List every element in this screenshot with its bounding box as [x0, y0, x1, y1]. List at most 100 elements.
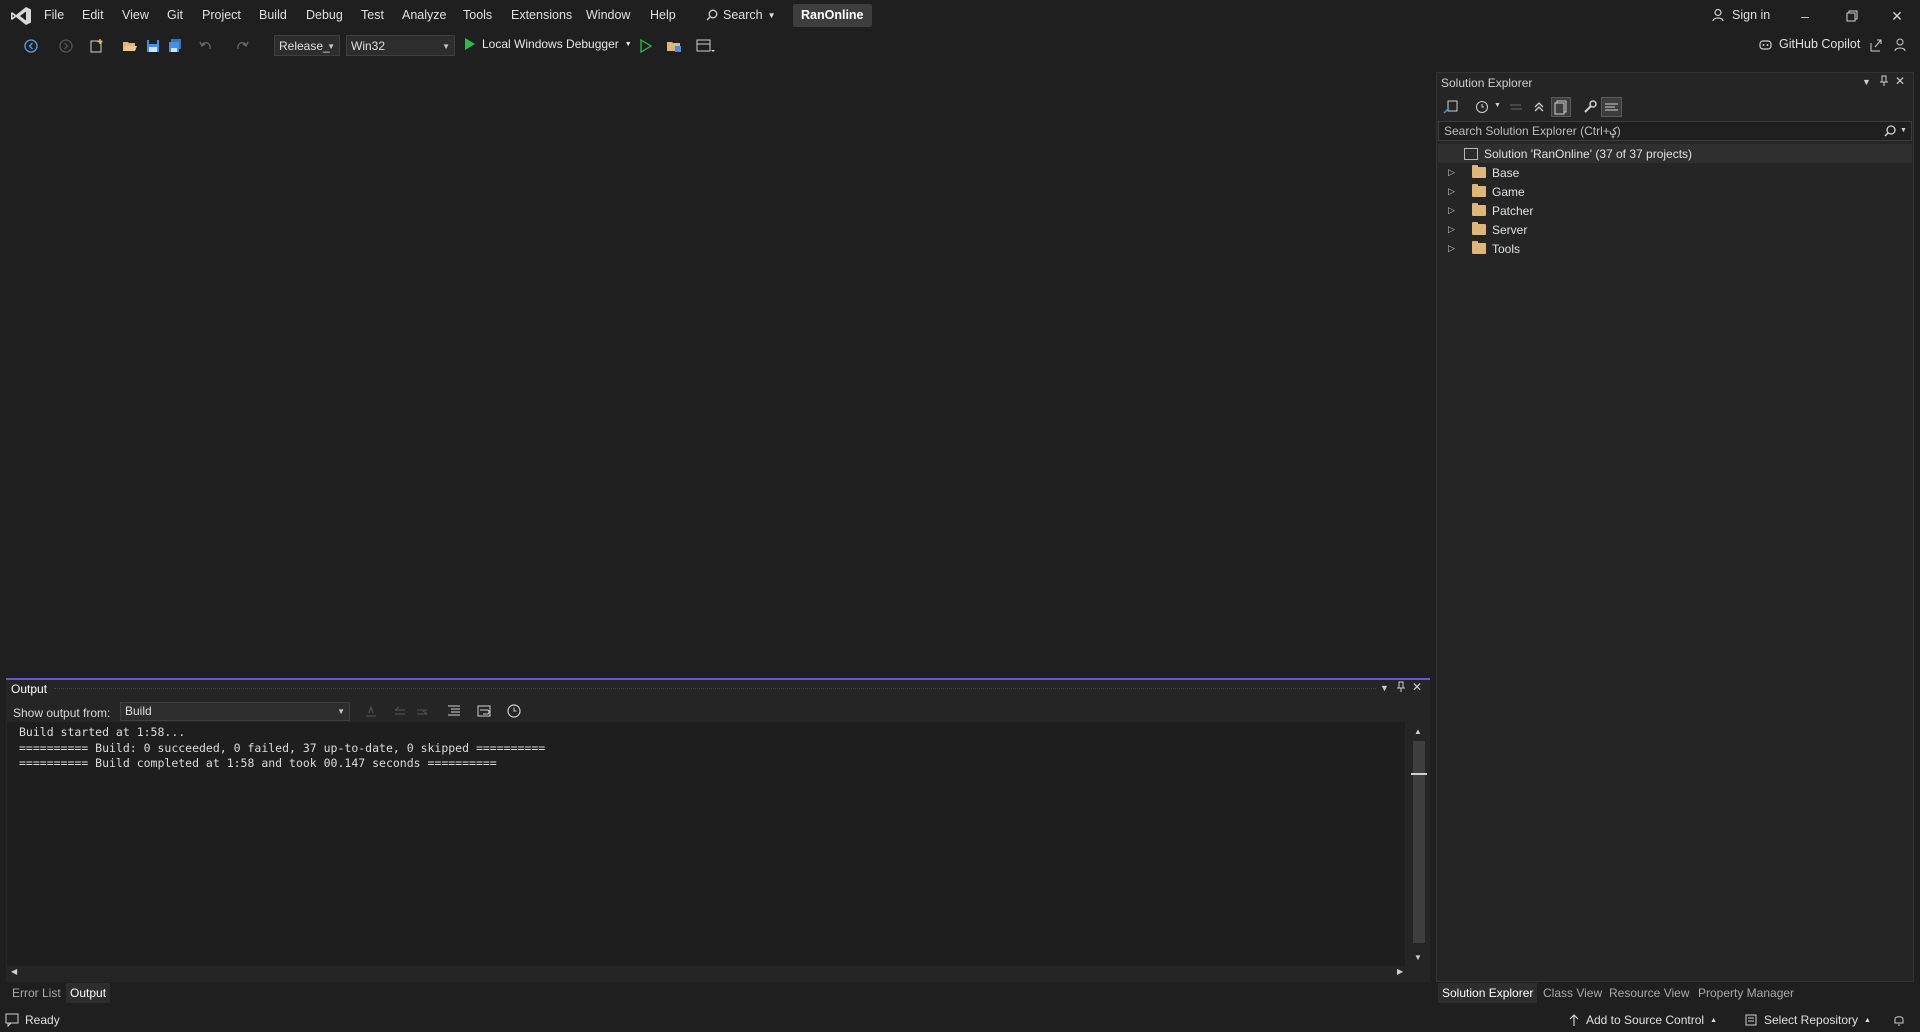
sync-with-document-icon[interactable] — [1443, 99, 1459, 115]
tab-output[interactable]: Output — [66, 983, 111, 1003]
output-source-value: Build — [125, 704, 152, 718]
panel-options-icon[interactable]: ▼ — [1380, 683, 1389, 693]
search-icon[interactable] — [1883, 124, 1897, 138]
add-to-source-control-button[interactable]: Add to Source Control ▲ — [1568, 1013, 1717, 1027]
play-icon — [464, 37, 476, 51]
find-message-icon[interactable] — [364, 704, 378, 718]
scroll-up-icon[interactable]: ▲ — [1414, 727, 1422, 736]
close-panel-icon[interactable]: ✕ — [1412, 680, 1422, 694]
scroll-left-icon[interactable]: ◀ — [11, 967, 17, 976]
browse-folder-icon[interactable] — [666, 38, 682, 54]
share-icon[interactable] — [1868, 37, 1884, 53]
folder-icon — [1472, 222, 1486, 235]
tab-error-list[interactable]: Error List — [12, 983, 61, 1003]
solution-explorer-search-input[interactable]: Search Solution Explorer (Ctrl+ؼ) — [1438, 121, 1912, 141]
undo-icon[interactable] — [198, 38, 214, 54]
menu-build[interactable]: Build — [259, 8, 287, 22]
scroll-right-icon[interactable]: ▶ — [1397, 967, 1403, 976]
menu-help[interactable]: Help — [650, 8, 676, 22]
close-icon[interactable]: ✕ — [1882, 6, 1912, 26]
tree-folder-tools[interactable]: ▷ Tools — [1448, 239, 1520, 258]
tree-folder-game[interactable]: ▷ Game — [1448, 182, 1525, 201]
tree-folder-base[interactable]: ▷ Base — [1448, 163, 1519, 182]
restore-icon[interactable] — [1836, 6, 1866, 26]
output-horizontal-scrollbar[interactable]: ◀ ▶ — [7, 966, 1411, 980]
tab-class-view[interactable]: Class View — [1543, 983, 1602, 1003]
menu-test[interactable]: Test — [361, 8, 384, 22]
configuration-dropdown[interactable]: Release_ ▼ — [274, 35, 340, 56]
chevron-down-icon[interactable]: ▼ — [1494, 102, 1501, 109]
panel-options-icon[interactable]: ▼ — [1862, 77, 1871, 87]
clear-all-icon[interactable] — [446, 703, 462, 719]
folder-icon — [1472, 203, 1486, 216]
layout-icon[interactable] — [696, 38, 715, 54]
output-source-dropdown[interactable]: Build ▼ — [120, 702, 350, 721]
output-text-area[interactable]: Build started at 1:58... ========== Buil… — [7, 722, 1405, 966]
output-vertical-scrollbar[interactable]: ▲ ▼ — [1411, 727, 1427, 967]
open-folder-icon[interactable] — [122, 38, 138, 54]
menu-view[interactable]: View — [122, 8, 149, 22]
minimize-icon[interactable]: – — [1790, 6, 1820, 26]
expand-arrow-icon[interactable]: ▷ — [1448, 224, 1462, 235]
menu-project[interactable]: Project — [202, 8, 241, 22]
tree-folder-patcher[interactable]: ▷ Patcher — [1448, 201, 1533, 220]
expand-arrow-icon[interactable]: ▷ — [1448, 243, 1462, 254]
search-options-chevron-icon[interactable]: ▼ — [1900, 127, 1907, 134]
menu-file[interactable]: File — [44, 8, 64, 22]
toggle-word-wrap-icon[interactable] — [476, 703, 492, 719]
menu-extensions[interactable]: Extensions — [511, 8, 572, 22]
save-all-icon[interactable] — [167, 38, 183, 54]
menu-window[interactable]: Window — [586, 8, 630, 22]
sign-in-button[interactable]: Sign in — [1712, 8, 1770, 22]
pin-icon[interactable] — [1879, 75, 1889, 87]
solution-node[interactable]: Solution 'RanOnline' (37 of 37 projects) — [1438, 144, 1912, 163]
menu-analyze[interactable]: Analyze — [402, 8, 446, 22]
solution-name-badge[interactable]: RanOnline — [793, 4, 872, 27]
expand-arrow-icon[interactable]: ▷ — [1448, 167, 1462, 178]
chevron-down-icon: ▼ — [337, 707, 345, 716]
notifications-bell-icon[interactable] — [1892, 1013, 1906, 1027]
feedback-icon[interactable] — [1893, 37, 1909, 53]
search-label: Search — [723, 8, 763, 22]
output-line: ========== Build: 0 succeeded, 0 failed,… — [19, 740, 546, 755]
start-without-debugging-icon[interactable] — [638, 38, 654, 54]
pin-icon[interactable] — [1396, 681, 1406, 693]
menu-debug[interactable]: Debug — [306, 8, 343, 22]
folder-label: Tools — [1492, 241, 1521, 256]
select-repository-button[interactable]: Select Repository ▲ — [1744, 1013, 1871, 1027]
redo-icon[interactable] — [234, 38, 250, 54]
navigate-forward-icon[interactable] — [58, 38, 74, 54]
new-project-icon[interactable] — [89, 38, 105, 54]
show-all-files-icon[interactable] — [1551, 97, 1571, 117]
save-icon[interactable] — [145, 38, 161, 54]
pending-changes-icon[interactable] — [1474, 99, 1490, 115]
search-button[interactable]: Search ▼ — [706, 8, 776, 22]
preview-selected-items-icon[interactable] — [1601, 97, 1622, 117]
tab-solution-explorer[interactable]: Solution Explorer — [1438, 983, 1538, 1003]
debugger-label: Local Windows Debugger — [482, 37, 619, 51]
properties-wrench-icon[interactable] — [1582, 99, 1598, 115]
scroll-down-icon[interactable]: ▼ — [1414, 953, 1422, 962]
account-icon — [1712, 8, 1726, 22]
navigate-back-icon[interactable] — [23, 38, 39, 54]
close-panel-icon[interactable]: ✕ — [1895, 74, 1905, 88]
clock-icon[interactable] — [506, 703, 522, 719]
scrollbar-thumb[interactable] — [1413, 741, 1425, 943]
tab-property-manager[interactable]: Property Manager — [1698, 983, 1794, 1003]
tree-folder-server[interactable]: ▷ Server — [1448, 220, 1527, 239]
github-copilot-button[interactable]: GitHub Copilot — [1758, 37, 1860, 51]
start-debugging-button[interactable]: Local Windows Debugger ▼ — [464, 37, 632, 51]
caret-marker — [1411, 773, 1427, 775]
collapse-all-icon[interactable] — [1531, 99, 1547, 115]
expand-arrow-icon[interactable]: ▷ — [1448, 186, 1462, 197]
next-message-icon[interactable] — [415, 704, 429, 718]
refresh-icon[interactable] — [1508, 99, 1524, 115]
expand-arrow-icon[interactable]: ▷ — [1448, 205, 1462, 216]
arrow-up-icon — [1568, 1013, 1580, 1027]
tab-resource-view[interactable]: Resource View — [1609, 983, 1689, 1003]
menu-git[interactable]: Git — [167, 8, 183, 22]
menu-tools[interactable]: Tools — [463, 8, 492, 22]
menu-edit[interactable]: Edit — [82, 8, 104, 22]
previous-message-icon[interactable] — [393, 704, 407, 718]
platform-dropdown[interactable]: Win32 ▼ — [346, 35, 455, 56]
